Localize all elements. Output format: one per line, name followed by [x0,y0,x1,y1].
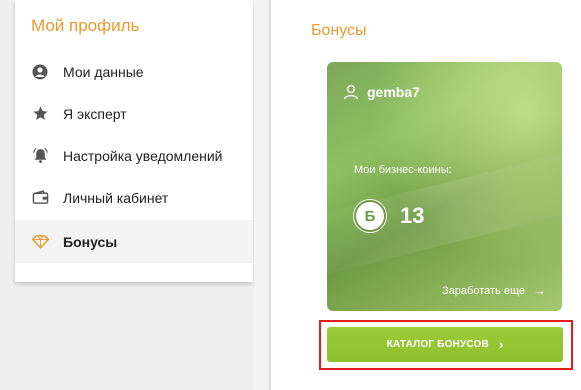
diamond-icon [31,233,49,251]
card-user: gemba7 [343,84,420,100]
sidebar-title: Мой профиль [31,16,140,35]
earn-more-link[interactable]: Заработать еще → [442,283,546,298]
star-icon [31,105,49,123]
bell-icon [31,147,49,165]
coins-label: Мои бизнес-коины: [354,164,452,176]
sidebar-item-label: Личный кабинет [63,189,169,206]
user-circle-icon [31,63,49,81]
user-outline-icon [343,84,359,100]
coin-icon: Б [354,200,386,232]
page-title: Бонусы [311,22,367,39]
column-gap [254,0,269,390]
sidebar-item-account[interactable]: Личный кабинет [15,176,253,219]
sidebar-item-label: Мои данные [63,63,144,80]
sidebar-item-label: Настройка уведомлений [63,147,223,164]
sidebar-item-expert[interactable]: Я эксперт [15,92,253,135]
coin-balance: Б 13 [354,200,424,232]
earn-more-label: Заработать еще [442,284,525,297]
username: gemba7 [367,84,420,100]
bonus-card: gemba7 Мои бизнес-коины: Б 13 Заработать… [327,62,562,311]
profile-sidebar: Мой профиль Мои данные Я эксперт Настрой… [15,0,253,282]
coin-count: 13 [400,203,425,228]
chevron-right-icon: › [498,337,504,352]
sidebar-item-notifications[interactable]: Настройка уведомлений [15,134,253,177]
sidebar-item-label: Я эксперт [63,105,127,122]
sidebar-item-bonuses[interactable]: Бонусы [15,220,253,263]
wallet-icon [31,189,49,207]
bonuses-panel: Бонусы gemba7 Мои бизнес-коины: Б 13 Зар… [271,0,581,390]
sidebar-item-my-data[interactable]: Мои данные [15,50,253,93]
arrow-right-icon: → [533,283,546,298]
catalog-button-label: КАТАЛОГ БОНУСОВ [386,339,489,350]
sidebar-item-label: Бонусы [63,233,118,250]
catalog-bonuses-button[interactable]: КАТАЛОГ БОНУСОВ › [327,327,563,362]
